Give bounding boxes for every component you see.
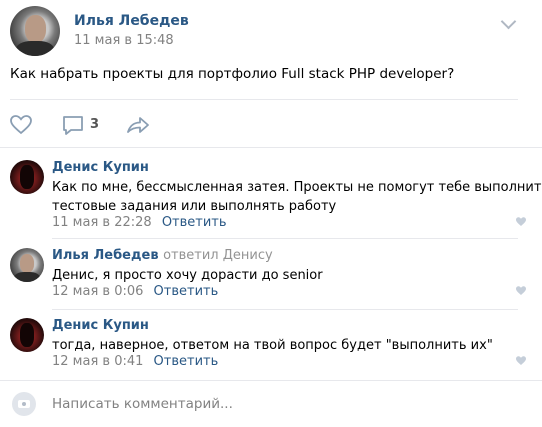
commenter-avatar[interactable] [10,160,44,194]
comment-text: тогда, наверное, ответом на твой вопрос … [52,336,493,355]
post-header: Илья Лебедев 11 мая в 15:48 [10,6,532,56]
heart-icon[interactable] [10,115,32,135]
comment-author-link[interactable]: Денис Купин [52,318,149,333]
comment-meta: 11 мая в 22:28 Ответить [52,215,227,230]
reply-button[interactable]: Ответить [162,215,227,230]
comment-author-name: Илья Лебедев ответил Денису [52,248,273,263]
comment-text-line: тестовые задания или выполнять работу [52,199,337,214]
comment-author-link[interactable]: Денис Купин [52,160,149,175]
comment-item: Денис Купин Как по мне, бессмысленная за… [10,160,542,230]
post-date[interactable]: 11 мая в 15:48 [74,33,174,48]
comment-text-line: Как по мне, бессмысленная затея. Проекты… [52,180,542,195]
comment-author-link[interactable]: Илья Лебедев [52,248,159,263]
post-author-name[interactable]: Илья Лебедев [74,13,189,29]
comments-count[interactable]: 3 [90,117,99,132]
comment-item: Илья Лебедев ответил Денису Денис, я про… [10,248,532,304]
author-avatar[interactable] [10,6,60,56]
post-text: Как набрать проекты для портфолио Full s… [10,66,455,82]
comment-meta: 12 мая в 0:41 Ответить [52,354,218,369]
comment-item: Денис Купин тогда, наверное, ответом на … [10,318,532,374]
reply-button[interactable]: Ответить [154,354,219,369]
commenter-avatar[interactable] [10,248,44,282]
reply-button[interactable]: Ответить [154,284,219,299]
comment-divider [52,309,518,310]
actions-divider [0,147,542,148]
comment-text: Денис, я просто хочу дорасти до senior [52,266,323,285]
reply-to-label[interactable]: ответил Денису [163,248,273,263]
share-icon[interactable] [126,115,150,135]
comment-date[interactable]: 12 мая в 0:06 [52,284,143,299]
camera-icon[interactable] [12,392,36,416]
comment-text-line: тогда, наверное, ответом на твой вопрос … [52,338,493,353]
heart-icon[interactable] [516,286,526,296]
comment-text-line: Денис, я просто хочу дорасти до senior [52,268,323,283]
heart-icon[interactable] [516,217,526,227]
post-divider [10,99,518,100]
comment-date[interactable]: 11 мая в 22:28 [52,215,152,230]
comment-meta: 12 мая в 0:06 Ответить [52,284,218,299]
comment-input[interactable]: Написать комментарий... [52,396,233,412]
comment-divider [52,238,518,239]
comment-author-name[interactable]: Денис Купин [52,160,149,175]
comment-text: Как по мне, бессмысленная затея. Проекты… [52,178,542,216]
comment-author-name[interactable]: Денис Купин [52,318,149,333]
comment-composer: Написать комментарий... [10,384,532,424]
commenter-avatar[interactable] [10,318,44,352]
heart-icon[interactable] [516,356,526,366]
chevron-down-icon[interactable] [500,13,517,30]
composer-divider [0,380,542,381]
comment-icon[interactable] [62,115,84,136]
comment-date[interactable]: 12 мая в 0:41 [52,354,143,369]
